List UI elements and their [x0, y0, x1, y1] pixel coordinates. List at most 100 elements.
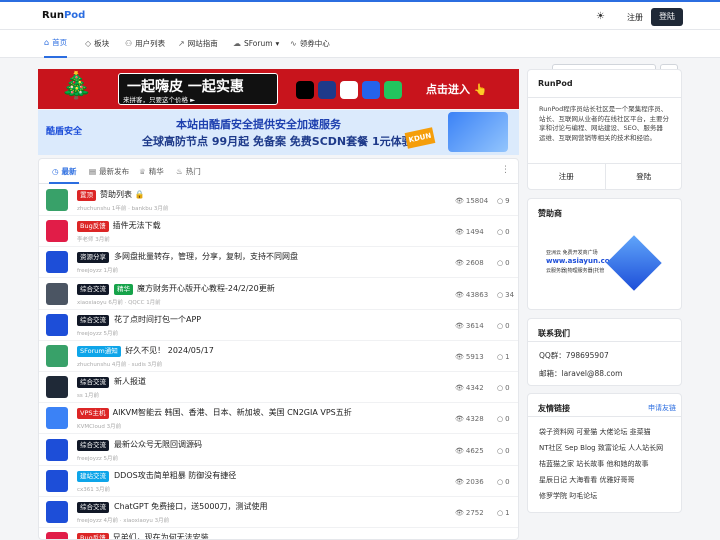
nav-item-boards[interactable]: ◇ 板块: [85, 30, 109, 58]
avatar[interactable]: [46, 189, 68, 211]
promo-banner-1[interactable]: 🎄 一起嗨皮 一起实惠 来拼客，只要这个价格 ► 点击进入 👆: [38, 69, 519, 109]
comment-icon: ○: [497, 290, 504, 299]
category-badge[interactable]: VPS主机: [77, 408, 109, 420]
topic-title[interactable]: 插件无法下载: [113, 220, 161, 231]
apply-link[interactable]: 申请友链: [648, 403, 676, 413]
category-badge[interactable]: 综合交流: [77, 377, 109, 389]
eye-icon: 👁: [455, 197, 464, 205]
topic-row[interactable]: Bug反馈 兄弟们，现在为何无法安装: [39, 528, 518, 539]
topic-title[interactable]: 好久不见！ 2024/05/17: [125, 345, 214, 356]
category-badge[interactable]: SForum通知: [77, 346, 121, 357]
avatar[interactable]: [46, 313, 68, 336]
topic-title[interactable]: 多网盘批量转存，管理，分享，复制，支持不同网盘: [114, 251, 298, 262]
kudun-logo: 酷盾安全: [46, 127, 83, 137]
category-badge[interactable]: 资源分享: [77, 252, 109, 264]
reply-count-value: 9: [505, 197, 510, 205]
topic-title[interactable]: DDOS攻击简单粗暴 防御没有捷径: [114, 470, 236, 481]
nav-item-users[interactable]: ⚇ 用户列表: [125, 30, 165, 58]
featured-badge: 精华: [114, 283, 133, 295]
avatar[interactable]: [46, 282, 68, 305]
category-badge[interactable]: 综合交流: [77, 314, 109, 326]
tab-latest[interactable]: ◷ 最新: [52, 166, 77, 177]
nav-label: 用户列表: [135, 39, 166, 48]
topic-row[interactable]: VPS主机 AIKVM智能云 韩国、香港、日本、新加坡、美国 CN2GIA VPS…: [39, 403, 518, 435]
topic-title[interactable]: 赞助列表 🔒: [100, 189, 145, 200]
divider: [528, 416, 681, 417]
topic-row[interactable]: 建站交流 DDOS攻击简单粗暴 防御没有捷径 cx361 3月前 👁 2036 ○ 0: [39, 466, 518, 497]
topic-title[interactable]: AIKVM智能云 韩国、香港、日本、新加坡、美国 CN2GIA VPS五折: [113, 407, 352, 418]
sponsor-ad[interactable]: 亚洲云 免费开发商广场 www.asiayun.com 云服务器|物理服务器|托…: [542, 227, 670, 299]
theme-toggle-icon[interactable]: ☀: [596, 11, 605, 22]
link-row[interactable]: 桔蓝猫之家 站长故事 他和她的故事: [539, 456, 677, 472]
register-link[interactable]: 注册: [627, 12, 643, 23]
view-count: 👁 43863: [455, 291, 488, 299]
contact-email[interactable]: 邮箱：laravel@88.com: [539, 368, 622, 379]
topic-row[interactable]: 综合交流 新人报道 ss 1月前 👁 4342 ○ 0: [39, 372, 518, 404]
avatar[interactable]: [46, 501, 68, 523]
avatar[interactable]: [46, 469, 68, 492]
topic-title[interactable]: 魔方财务开心版开心教程-24/2/20更新: [137, 283, 275, 294]
about-title: RunPod: [538, 79, 573, 88]
tab-newest[interactable]: ▤ 最新发布: [89, 166, 129, 177]
view-count-value: 43863: [465, 290, 489, 299]
avatar[interactable]: [46, 220, 68, 243]
topic-title[interactable]: 最新公众号无限回调源码: [114, 439, 202, 450]
topic-row[interactable]: 综合交流 花了点时间打包一个APP freejoyzz 5月前 👁 3614 ○ 0: [39, 310, 518, 341]
link-row[interactable]: 修罗学院 叼毛论坛: [539, 488, 677, 504]
nav-item-home[interactable]: ⌂ 首页: [44, 30, 68, 58]
about-description: RunPod程序员站长社区是一个聚集程序员、站长、互联网从业者的在线社区平台，主…: [539, 105, 669, 142]
nav-label: SForum: [244, 39, 273, 48]
reply-count-value: 0: [505, 477, 510, 486]
nav-item-guide[interactable]: ↗ 网站指南: [178, 30, 218, 58]
avatar[interactable]: [46, 345, 68, 367]
tab-hot[interactable]: ♨ 热门: [176, 166, 201, 177]
reply-count-value: 0: [505, 321, 510, 330]
category-badge[interactable]: Bug反馈: [77, 221, 109, 233]
crown-icon: ♕: [139, 167, 146, 176]
category-badge[interactable]: 置顶: [77, 190, 96, 201]
category-badge[interactable]: 综合交流: [77, 283, 109, 295]
link-row[interactable]: NT社区 Sep Blog 致富论坛 人人站长网: [539, 440, 677, 456]
tab-featured[interactable]: ♕ 精华: [139, 166, 164, 177]
topic-row[interactable]: 资源分享 多网盘批量转存，管理，分享，复制，支持不同网盘 freejoyzz 1月前…: [39, 247, 518, 279]
site-logo[interactable]: RunPod: [42, 10, 85, 21]
nav-item-sforum[interactable]: ☁ SForum ▾: [233, 30, 279, 58]
link-row[interactable]: 星辰日记 大海看看 优雅好哥哥: [539, 472, 677, 488]
topic-row[interactable]: 综合交流 ChatGPT 免费接口，送5000刀，测试使用 freejoyzz 4月…: [39, 497, 518, 528]
category-badge[interactable]: Bug反馈: [77, 533, 109, 539]
view-count-value: 3614: [465, 321, 484, 330]
more-icon[interactable]: ⋮: [501, 165, 510, 175]
promo-title: 一起嗨皮 一起实惠: [127, 79, 244, 95]
nav-item-coupons[interactable]: ∿ 领券中心: [290, 30, 330, 58]
promo-banner-2[interactable]: 酷盾安全 本站由酷盾安全提供安全加速服务 全球高防节点 99月起 免备案 免费S…: [38, 110, 519, 155]
avatar[interactable]: [46, 407, 68, 430]
topic-row[interactable]: 综合交流 精华 魔方财务开心版开心教程-24/2/20更新 xiaoxiaoyu 6月…: [39, 279, 518, 310]
category-badge[interactable]: 综合交流: [77, 439, 109, 451]
topic-row[interactable]: SForum通知 好久不见！ 2024/05/17 zhuchunshu 4月前 ·…: [39, 341, 518, 372]
avatar[interactable]: [46, 376, 68, 399]
topic-title[interactable]: ChatGPT 免费接口，送5000刀，测试使用: [114, 501, 268, 512]
topic-row[interactable]: 置顶 赞助列表 🔒 zhuchunshu 1年前 · bankbu 3月前 👁 1580…: [39, 185, 518, 216]
topic-row[interactable]: Bug反馈 插件无法下载 李老师 3月前 👁 1494 ○ 0: [39, 216, 518, 248]
category-badge[interactable]: 综合交流: [77, 502, 109, 513]
list-icon: ▤: [89, 167, 97, 176]
avatar[interactable]: [46, 438, 68, 461]
register-button[interactable]: 注册: [528, 164, 606, 189]
topic-title[interactable]: 兄弟们，现在为何无法安装: [113, 532, 209, 539]
nav-label: 领券中心: [299, 39, 330, 48]
reply-count: ○ 1: [497, 353, 510, 361]
comment-icon: ○: [497, 446, 504, 455]
link-row[interactable]: 袋子资料网 可爱猫 大佬论坛 韭菜猫: [539, 424, 677, 440]
view-count: 👁 4625: [455, 447, 484, 455]
topic-title[interactable]: 花了点时间打包一个APP: [114, 314, 201, 325]
category-badge[interactable]: 建站交流: [77, 470, 109, 482]
avatar[interactable]: [46, 251, 68, 274]
topic-row[interactable]: 综合交流 最新公众号无限回调源码 freejoyzz 5月前 👁 4625 ○ 0: [39, 435, 518, 466]
login-button[interactable]: 登陆: [651, 8, 683, 26]
topic-title[interactable]: 新人报道: [114, 376, 146, 387]
login-button-side[interactable]: 登陆: [606, 164, 682, 189]
reply-count: ○ 0: [497, 415, 510, 423]
promo-cta: 点击进入 👆: [426, 83, 488, 96]
tab-label: 最新: [61, 167, 77, 176]
avatar[interactable]: [46, 532, 68, 539]
